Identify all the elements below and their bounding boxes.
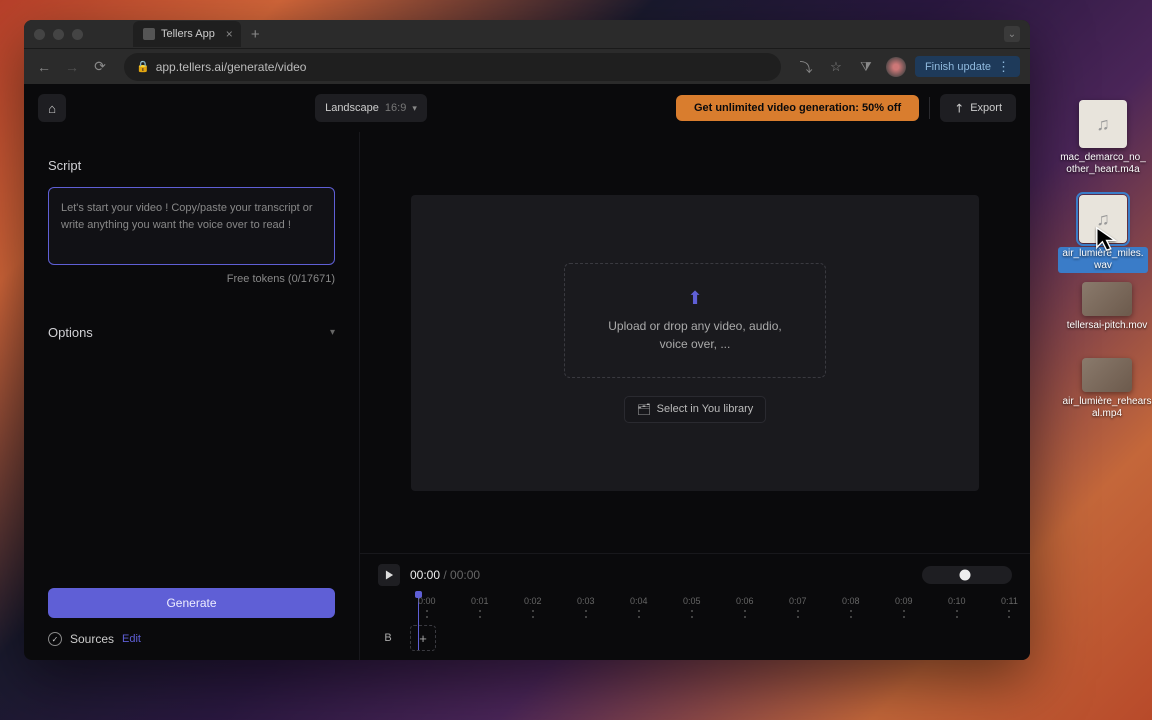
tick: 0:08 xyxy=(842,596,860,618)
main-panel: ⬆ Upload or drop any video, audio, voice… xyxy=(360,132,1030,660)
extensions-icon[interactable]: ⧩ xyxy=(855,56,877,78)
add-clip-button[interactable]: + xyxy=(410,625,436,651)
lock-icon: 🔒 xyxy=(136,60,150,73)
desktop-file[interactable]: tellersai-pitch.mov xyxy=(1062,282,1152,332)
close-icon[interactable] xyxy=(34,29,45,40)
time-display: 00:00 / 00:00 xyxy=(410,568,480,582)
back-button[interactable]: ← xyxy=(34,57,54,77)
tab-overflow-button[interactable]: ⌄ xyxy=(1004,26,1020,42)
file-name: air_lumière_rehearsal.mp4 xyxy=(1062,396,1152,420)
tick: 0:01 xyxy=(471,596,489,618)
home-button[interactable]: ⌂ xyxy=(38,94,66,122)
minimize-icon[interactable] xyxy=(53,29,64,40)
export-icon: ↗ xyxy=(951,99,968,116)
finish-update-button[interactable]: Finish update⋮ xyxy=(915,56,1020,77)
divider xyxy=(929,97,930,119)
browser-window: Tellers App × + ⌄ ← → ⟳ 🔒 app.tellers.ai… xyxy=(24,20,1030,660)
app-root: ⌂ Landscape 16:9 ▾ Get unlimited video g… xyxy=(24,84,1030,660)
new-tab-button[interactable]: + xyxy=(251,26,260,43)
url-text: app.tellers.ai/generate/video xyxy=(156,60,307,74)
tab-title: Tellers App xyxy=(161,28,215,40)
desktop-file[interactable]: ♫ air_lumière_miles.wav xyxy=(1058,195,1148,273)
file-name: air_lumière_miles.wav xyxy=(1058,247,1148,273)
track-b: B + xyxy=(378,624,1012,652)
video-thumbnail xyxy=(1082,282,1132,316)
play-button[interactable] xyxy=(378,564,400,586)
window-controls[interactable] xyxy=(34,29,83,40)
upload-icon: ⬆ xyxy=(605,288,785,309)
select-library-button[interactable]: 🗂 Select in You library xyxy=(624,396,767,423)
tick: 0:05 xyxy=(683,596,701,618)
file-name: mac_demarco_no_other_heart.m4a xyxy=(1058,152,1148,176)
upload-dropzone[interactable]: ⬆ Upload or drop any video, audio, voice… xyxy=(564,263,826,378)
tick: 0:07 xyxy=(789,596,807,618)
check-icon: ✓ xyxy=(48,632,62,646)
music-icon: ♫ xyxy=(1079,100,1127,148)
favicon-icon xyxy=(143,28,155,40)
sources-edit-link[interactable]: Edit xyxy=(122,633,141,645)
tick: 0:00 xyxy=(418,596,436,618)
sidebar: Script Let's start your video ! Copy/pas… xyxy=(24,132,360,660)
titlebar: Tellers App × + ⌄ xyxy=(24,20,1030,48)
aspect-ratio-select[interactable]: Landscape 16:9 ▾ xyxy=(315,94,427,122)
browser-toolbar: ← → ⟳ 🔒 app.tellers.ai/generate/video ⤵ … xyxy=(24,48,1030,84)
timeline-ruler[interactable]: 0:00 0:01 0:02 0:03 0:04 0:05 0:06 0:07 0:08 0:09… xyxy=(378,596,1012,618)
profile-avatar[interactable] xyxy=(885,56,907,78)
promo-banner[interactable]: Get unlimited video generation: 50% off xyxy=(676,95,919,121)
app-toolbar: ⌂ Landscape 16:9 ▾ Get unlimited video g… xyxy=(24,84,1030,132)
video-thumbnail xyxy=(1082,358,1132,392)
desktop-file[interactable]: ♫ mac_demarco_no_other_heart.m4a xyxy=(1058,100,1148,176)
music-icon: ♫ xyxy=(1079,195,1127,243)
tick: 0:03 xyxy=(577,596,595,618)
token-counter: Free tokens (0/17671) xyxy=(48,273,335,285)
chevron-down-icon: ▾ xyxy=(330,327,335,338)
options-toggle[interactable]: Options ▾ xyxy=(48,325,335,346)
bookmark-icon[interactable]: ☆ xyxy=(825,56,847,78)
dropzone-text: Upload or drop any video, audio, voice o… xyxy=(605,317,785,353)
script-label: Script xyxy=(48,158,335,173)
tick: 0:04 xyxy=(630,596,648,618)
desktop-file[interactable]: air_lumière_rehearsal.mp4 xyxy=(1062,358,1152,420)
tick: 0:06 xyxy=(736,596,754,618)
forward-button[interactable]: → xyxy=(62,57,82,77)
maximize-icon[interactable] xyxy=(72,29,83,40)
tick: 0:02 xyxy=(524,596,542,618)
preview-area: ⬆ Upload or drop any video, audio, voice… xyxy=(360,132,1030,553)
zoom-slider[interactable] xyxy=(922,566,1012,584)
chevron-down-icon: ▾ xyxy=(412,103,417,114)
reload-button[interactable]: ⟳ xyxy=(90,57,110,77)
install-app-icon[interactable]: ⤵ xyxy=(795,56,817,78)
tick: 0:09 xyxy=(895,596,913,618)
sources-label: Sources xyxy=(70,632,114,646)
timeline: 00:00 / 00:00 0:000:010:020:030:040:050:… xyxy=(360,553,1030,660)
browser-tab[interactable]: Tellers App × xyxy=(133,21,241,47)
tick: 0:10 xyxy=(948,596,966,618)
library-icon: 🗂 xyxy=(637,403,651,416)
tick: 0:11 xyxy=(1001,596,1018,618)
track-label: B xyxy=(378,632,398,644)
script-input[interactable]: Let's start your video ! Copy/paste your… xyxy=(48,187,335,265)
close-tab-icon[interactable]: × xyxy=(226,27,233,41)
file-name: tellersai-pitch.mov xyxy=(1067,320,1148,332)
export-button[interactable]: ↗ Export xyxy=(940,94,1016,122)
generate-button[interactable]: Generate xyxy=(48,588,335,618)
url-bar[interactable]: 🔒 app.tellers.ai/generate/video xyxy=(124,53,781,81)
video-canvas: ⬆ Upload or drop any video, audio, voice… xyxy=(411,195,979,491)
sources-row: ✓ Sources Edit xyxy=(48,632,335,646)
